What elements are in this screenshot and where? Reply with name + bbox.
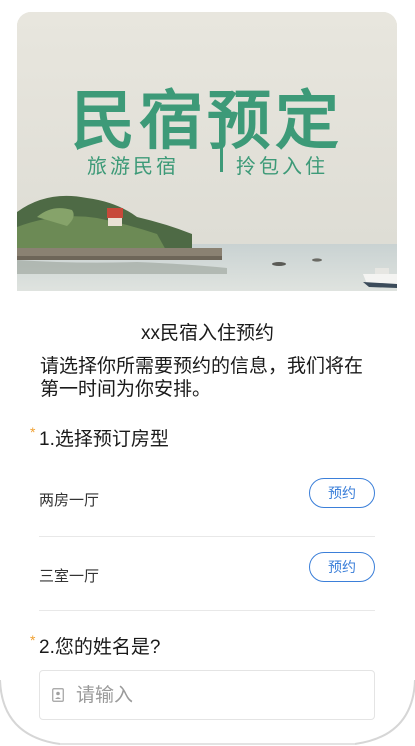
question-2-label: 2.您的姓名是? <box>39 637 161 658</box>
name-input[interactable] <box>74 671 368 721</box>
banner-subtitle-right: 拎包入住 <box>236 154 328 178</box>
room-option-name: 三室一厅 <box>39 568 100 585</box>
question-1-label: 1.选择预订房型 <box>39 429 169 450</box>
banner-image: 民宿预定 旅游民宿 拎包入住 <box>17 12 397 291</box>
book-button[interactable]: 预约 <box>309 552 375 582</box>
name-input-field[interactable] <box>39 670 375 721</box>
form-description: 请选择你所需要预约的信息，我们将在第一时间为你安排。 <box>40 356 364 400</box>
banner-subtitle-left: 旅游民宿 <box>87 154 179 178</box>
banner-divider <box>220 148 223 172</box>
form-card: 民宿预定 旅游民宿 拎包入住 xx民宿入住预约 请选择你所需要预约的信息，我们将… <box>0 0 415 746</box>
required-mark: * <box>30 632 36 648</box>
room-option-name: 两房一厅 <box>39 492 100 509</box>
room-option-row: 三室一厅 预约 <box>39 536 375 611</box>
room-option-row: 两房一厅 预约 <box>39 462 375 537</box>
contact-card-icon <box>52 688 64 702</box>
form-title: xx民宿入住预约 <box>140 323 274 344</box>
book-button[interactable]: 预约 <box>309 478 375 508</box>
banner-title: 民宿预定 <box>71 84 343 159</box>
required-mark: * <box>30 424 36 440</box>
